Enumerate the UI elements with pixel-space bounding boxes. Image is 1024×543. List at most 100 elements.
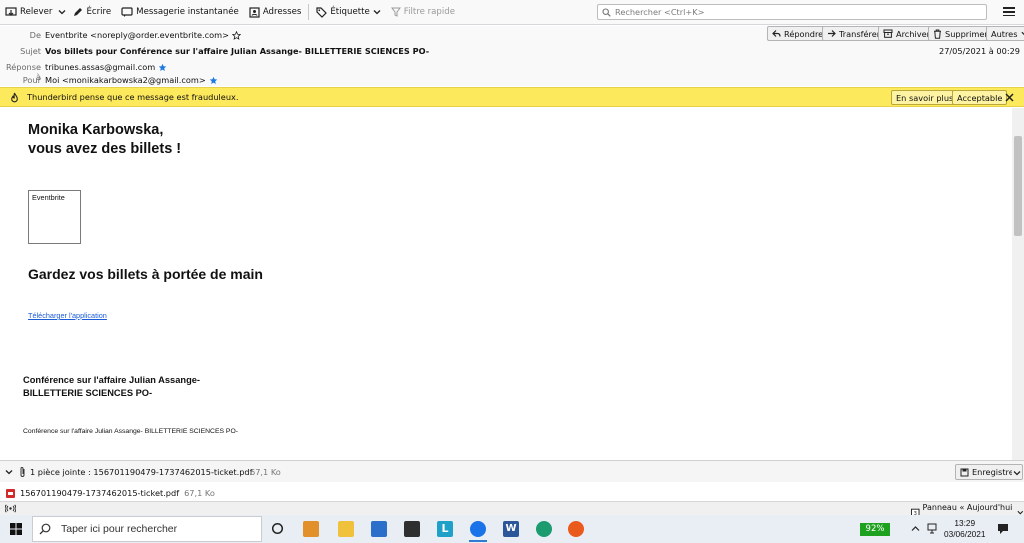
chevron-down-icon [1013, 471, 1021, 476]
learn-more-button[interactable]: En savoir plus [891, 90, 959, 105]
clock-date: 03/06/2021 [944, 529, 986, 539]
search-input[interactable]: Rechercher <Ctrl+K> [597, 4, 987, 20]
file-explorer-icon[interactable] [338, 521, 354, 537]
task-view-icon[interactable] [271, 522, 284, 535]
save-attachment-dropdown[interactable] [1012, 464, 1023, 480]
delete-button[interactable]: Supprimer [928, 26, 993, 41]
forward-label: Transférer [839, 28, 881, 39]
download-icon [5, 7, 17, 16]
app-menu-button[interactable] [1002, 5, 1016, 19]
filter-icon [390, 7, 401, 17]
to-value[interactable]: Moi <monikakarbowska2@gmail.com> [45, 75, 218, 85]
from-value[interactable]: Eventbrite <noreply@order.eventbrite.com… [45, 30, 241, 40]
download-app-link[interactable]: Télécharger l'application [28, 311, 107, 320]
to-label: Pour [22, 75, 41, 85]
attachment-item[interactable]: 156701190479-1737462015-ticket.pdf 67,1 … [6, 488, 215, 498]
subject-label: Sujet [20, 46, 41, 56]
status-bar: 3 Panneau « Aujourd'hui » [0, 501, 1024, 521]
delete-label: Supprimer [945, 28, 988, 39]
chat-button[interactable]: Messagerie instantanée [116, 2, 244, 23]
hamburger-icon-bar [1003, 14, 1015, 17]
reply-to-address[interactable]: tribunes.assas@gmail.com [45, 62, 155, 72]
tag-label: Étiquette [330, 7, 370, 17]
chat-bubble-icon [121, 6, 133, 17]
thunderbird-icon[interactable] [470, 521, 486, 537]
write-label: Écrire [86, 7, 112, 17]
clock-time: 13:29 [954, 518, 976, 528]
close-icon[interactable] [1005, 93, 1014, 102]
message-date: 27/05/2021 à 00:29 [938, 46, 1020, 56]
hamburger-icon [1003, 7, 1015, 9]
get-messages-button[interactable]: Relever [0, 2, 57, 23]
search-placeholder: Rechercher <Ctrl+K> [615, 7, 705, 17]
scrollbar-thumb[interactable] [1014, 136, 1022, 236]
get-messages-dropdown[interactable] [57, 2, 67, 23]
taskbar-search-input[interactable]: Taper ici pour rechercher [32, 516, 262, 542]
firefox-icon[interactable] [568, 521, 584, 537]
network-icon[interactable] [927, 523, 937, 534]
star-filled-icon[interactable] [209, 76, 218, 85]
attachment-bar: 1 pièce jointe : 156701190479-1737462015… [0, 460, 1024, 482]
mail-app-icon[interactable] [371, 521, 387, 537]
attachment-summary-size: 67,1 Ko [250, 467, 281, 477]
clock[interactable]: 13:29 03/06/2021 [944, 518, 986, 540]
main-toolbar: Relever Écrire Messagerie instantanée Ad… [0, 0, 1024, 25]
edge-icon[interactable] [536, 521, 552, 537]
greeting-line-2: vous avez des billets ! [28, 141, 182, 157]
get-messages-label: Relever [20, 7, 53, 17]
app-icon-orange[interactable] [303, 521, 319, 537]
tag-button[interactable]: Étiquette [311, 2, 385, 23]
chevron-down-icon [1020, 31, 1024, 36]
chevron-down-icon [58, 10, 66, 15]
attachment-summary[interactable]: 1 pièce jointe : 156701190479-1737462015… [30, 467, 253, 477]
chevron-down-icon [373, 10, 381, 15]
save-icon [960, 468, 969, 476]
reply-to-value[interactable]: tribunes.assas@gmail.com [45, 62, 167, 72]
address-book-button[interactable]: Adresses [244, 2, 307, 23]
message-header: De Eventbrite <noreply@order.eventbrite.… [0, 26, 1024, 86]
keep-tickets-heading: Gardez vos billets à portée de main [28, 266, 263, 282]
flame-warning-icon [11, 92, 18, 103]
store-icon[interactable] [404, 521, 420, 537]
quick-filter-label: Filtre rapide [403, 7, 455, 17]
attachment-file-size: 67,1 Ko [184, 488, 215, 498]
attachment-file-name[interactable]: 156701190479-1737462015-ticket.pdf [20, 488, 179, 498]
search-icon [39, 523, 51, 535]
write-button[interactable]: Écrire [67, 2, 116, 23]
address-book-label: Adresses [262, 7, 302, 17]
tag-icon [316, 6, 328, 18]
to-address[interactable]: Moi <monikakarbowska2@gmail.com> [45, 75, 206, 85]
quick-filter-button[interactable]: Filtre rapide [386, 2, 460, 23]
forward-button[interactable]: Transférer [822, 26, 886, 41]
eventbrite-image-placeholder: Eventbrite [28, 190, 81, 244]
notifications-icon[interactable] [997, 523, 1009, 535]
search-icon [602, 7, 611, 17]
message-body: Monika Karbowska, vous avez des billets … [0, 108, 1012, 460]
trash-icon [934, 29, 941, 39]
archive-icon [883, 29, 893, 38]
more-label: Autres [991, 28, 1018, 39]
not-scam-button[interactable]: Acceptable [952, 90, 1008, 105]
battery-indicator[interactable]: 92% [860, 523, 890, 536]
reply-label: Répondre [784, 28, 824, 39]
windows-taskbar: Taper ici pour rechercher L W 92% 13:29 … [0, 515, 1024, 543]
app-icon-l[interactable]: L [437, 521, 453, 537]
from-address[interactable]: Eventbrite <noreply@order.eventbrite.com… [45, 30, 229, 40]
greeting: Monika Karbowska, vous avez des billets … [28, 121, 181, 159]
event-title-line-1: Conférence sur l'affaire Julian Assange- [23, 375, 201, 385]
windows-start-icon[interactable] [10, 523, 22, 535]
body-scrollbar[interactable] [1012, 108, 1024, 460]
reply-icon [772, 30, 781, 37]
reply-button[interactable]: Répondre [767, 26, 829, 41]
star-filled-icon[interactable] [158, 63, 167, 72]
chevron-up-icon[interactable] [911, 524, 920, 533]
archive-label: Archiver [896, 28, 931, 39]
archive-button[interactable]: Archiver [878, 26, 936, 41]
star-outline-icon[interactable] [231, 30, 241, 40]
pencil-icon [74, 7, 83, 16]
online-status-icon[interactable] [5, 504, 16, 513]
address-book-icon [249, 6, 260, 18]
chevron-down-icon[interactable] [5, 468, 13, 476]
more-button[interactable]: Autres [986, 26, 1024, 41]
word-icon[interactable]: W [503, 521, 519, 537]
